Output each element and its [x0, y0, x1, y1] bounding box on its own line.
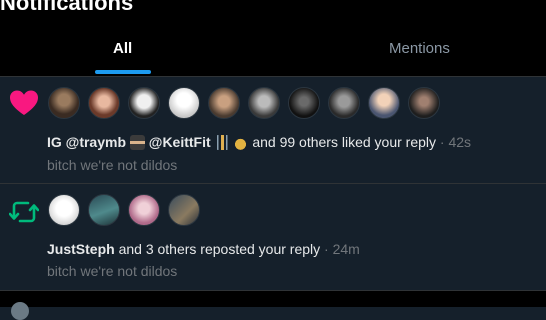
avatar[interactable]	[288, 87, 320, 119]
avatar[interactable]	[408, 87, 440, 119]
avatar[interactable]	[88, 194, 120, 226]
money-bag-emoji-icon	[233, 135, 249, 150]
avatar[interactable]	[48, 87, 80, 119]
notification-text: JustSteph and 3 others reposted your rep…	[47, 241, 360, 257]
heart-icon	[10, 90, 38, 115]
weightlifter-emoji-icon	[214, 135, 230, 150]
avatar[interactable]	[128, 87, 160, 119]
avatar[interactable]	[248, 87, 280, 119]
avatar[interactable]	[208, 87, 240, 119]
avatar[interactable]	[88, 87, 120, 119]
actor-name[interactable]: JustSteph	[47, 241, 115, 257]
repost-icon	[9, 201, 39, 223]
notification-repost[interactable]: JustSteph and 3 others reposted your rep…	[0, 184, 546, 290]
notification-like[interactable]: IG @traymb @KeittFit and 99 others liked…	[0, 77, 546, 183]
tab-all[interactable]: All	[113, 40, 132, 57]
tab-mentions[interactable]: Mentions	[389, 40, 450, 57]
avatar[interactable]	[328, 87, 360, 119]
avatar[interactable]	[48, 194, 80, 226]
timestamp: · 24m	[324, 241, 360, 257]
reply-snippet: bitch we're not dildos	[47, 157, 178, 173]
notification-text: IG @traymb @KeittFit and 99 others liked…	[47, 134, 471, 150]
avatar[interactable]	[168, 194, 200, 226]
action-text: and 99 others liked your reply	[252, 134, 437, 150]
liker-avatars	[48, 87, 440, 119]
next-notification-partial	[0, 291, 546, 307]
ninja-emoji-icon	[129, 135, 145, 150]
avatar[interactable]	[168, 87, 200, 119]
active-tab-indicator	[95, 70, 151, 74]
avatar[interactable]	[128, 194, 160, 226]
actor-name[interactable]: IG @traymb	[47, 134, 126, 150]
top-header: Notifications All Mentions	[0, 0, 546, 77]
avatar[interactable]	[368, 87, 400, 119]
timestamp: · 42s	[439, 134, 472, 150]
actor-name[interactable]: @KeittFit	[149, 134, 211, 150]
action-text: and 3 others reposted your reply	[118, 241, 321, 257]
reply-snippet: bitch we're not dildos	[47, 263, 178, 279]
page-title: Notifications	[0, 0, 134, 15]
avatar[interactable]	[11, 302, 29, 320]
reposter-avatars	[48, 194, 200, 226]
